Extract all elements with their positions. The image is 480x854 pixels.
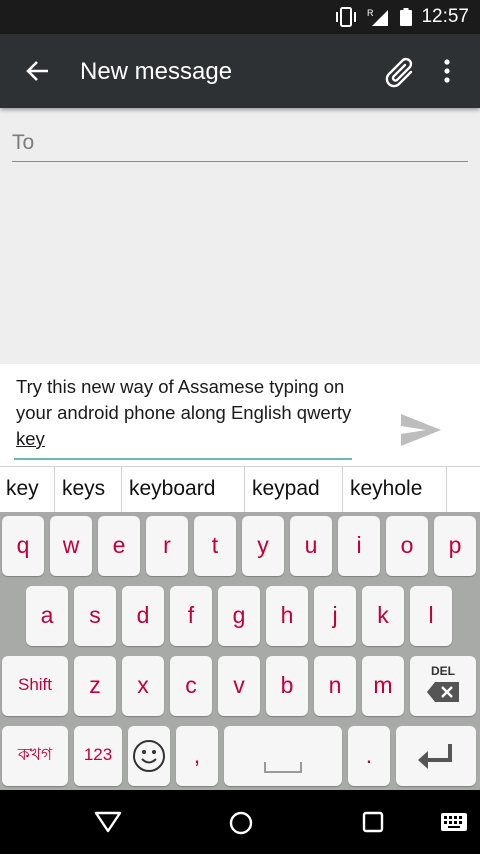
- key-i[interactable]: i: [338, 516, 380, 576]
- enter-icon: [418, 744, 452, 769]
- battery-icon: [400, 8, 412, 26]
- enter-key[interactable]: [396, 726, 476, 786]
- key-c[interactable]: c: [170, 656, 212, 716]
- suggestion-2[interactable]: keyboard: [123, 467, 245, 513]
- compose-area: Try this new way of Assamese typing on y…: [0, 364, 480, 466]
- key-r[interactable]: r: [146, 516, 188, 576]
- nav-recents-icon[interactable]: [362, 811, 384, 833]
- emoji-icon: [133, 740, 165, 772]
- shift-key[interactable]: Shift: [2, 656, 68, 716]
- key-m[interactable]: m: [362, 656, 404, 716]
- key-t[interactable]: t: [194, 516, 236, 576]
- input-underline: [14, 458, 352, 460]
- key-q[interactable]: q: [2, 516, 44, 576]
- recipient-area: [0, 108, 480, 364]
- key-k[interactable]: k: [362, 586, 404, 646]
- attach-icon[interactable]: [380, 52, 420, 92]
- delete-label: DEL: [431, 664, 455, 678]
- more-vert-icon[interactable]: [436, 54, 458, 88]
- key-n[interactable]: n: [314, 656, 356, 716]
- emoji-key[interactable]: [128, 726, 170, 786]
- numbers-key[interactable]: 123: [74, 726, 122, 786]
- key-w[interactable]: w: [50, 516, 92, 576]
- message-text: Try this new way of Assamese typing on y…: [16, 376, 352, 423]
- key-s[interactable]: s: [74, 586, 116, 646]
- key-z[interactable]: z: [74, 656, 116, 716]
- key-b[interactable]: b: [266, 656, 308, 716]
- vibrate-icon: [336, 7, 356, 27]
- key-v[interactable]: v: [218, 656, 260, 716]
- key-y[interactable]: y: [242, 516, 284, 576]
- nav-home-icon[interactable]: [228, 810, 254, 836]
- status-bar: R 12:57: [0, 0, 480, 34]
- nav-back-icon[interactable]: [94, 810, 122, 834]
- keyboard-switch-icon[interactable]: [440, 812, 468, 832]
- key-x[interactable]: x: [122, 656, 164, 716]
- message-input[interactable]: Try this new way of Assamese typing on y…: [16, 374, 356, 452]
- backspace-icon: [427, 682, 459, 702]
- key-h[interactable]: h: [266, 586, 308, 646]
- page-title: New message: [80, 58, 233, 85]
- key-f[interactable]: f: [170, 586, 212, 646]
- key-l[interactable]: l: [410, 586, 452, 646]
- period-key[interactable]: .: [348, 726, 390, 786]
- key-g[interactable]: g: [218, 586, 260, 646]
- roaming-label: R: [367, 8, 374, 18]
- delete-key[interactable]: DEL: [410, 656, 476, 716]
- language-switch-key[interactable]: কখগ: [2, 726, 68, 786]
- space-icon: [264, 762, 302, 773]
- suggestion-3[interactable]: keypad: [246, 467, 343, 513]
- suggestion-4[interactable]: keyhole: [344, 467, 447, 513]
- space-key[interactable]: [224, 726, 342, 786]
- composing-word: key: [16, 428, 45, 449]
- suggestion-1[interactable]: keys: [56, 467, 122, 513]
- app-bar: New message: [0, 34, 480, 108]
- recipient-input[interactable]: [12, 124, 468, 162]
- key-u[interactable]: u: [290, 516, 332, 576]
- key-a[interactable]: a: [26, 586, 68, 646]
- key-d[interactable]: d: [122, 586, 164, 646]
- suggestion-0[interactable]: key: [0, 467, 55, 513]
- clock: 12:57: [421, 6, 469, 27]
- navigation-bar: [0, 790, 480, 854]
- comma-key[interactable]: ,: [176, 726, 218, 786]
- key-p[interactable]: p: [434, 516, 476, 576]
- key-o[interactable]: o: [386, 516, 428, 576]
- back-arrow-icon[interactable]: [24, 58, 50, 84]
- keyboard: q w e r t y u i o p a s d f g h j k l Sh…: [0, 512, 480, 790]
- key-j[interactable]: j: [314, 586, 356, 646]
- send-icon[interactable]: [398, 410, 444, 450]
- signal-icon: R: [367, 8, 388, 26]
- suggestion-strip: key keys keyboard keypad keyhole: [0, 466, 480, 513]
- key-e[interactable]: e: [98, 516, 140, 576]
